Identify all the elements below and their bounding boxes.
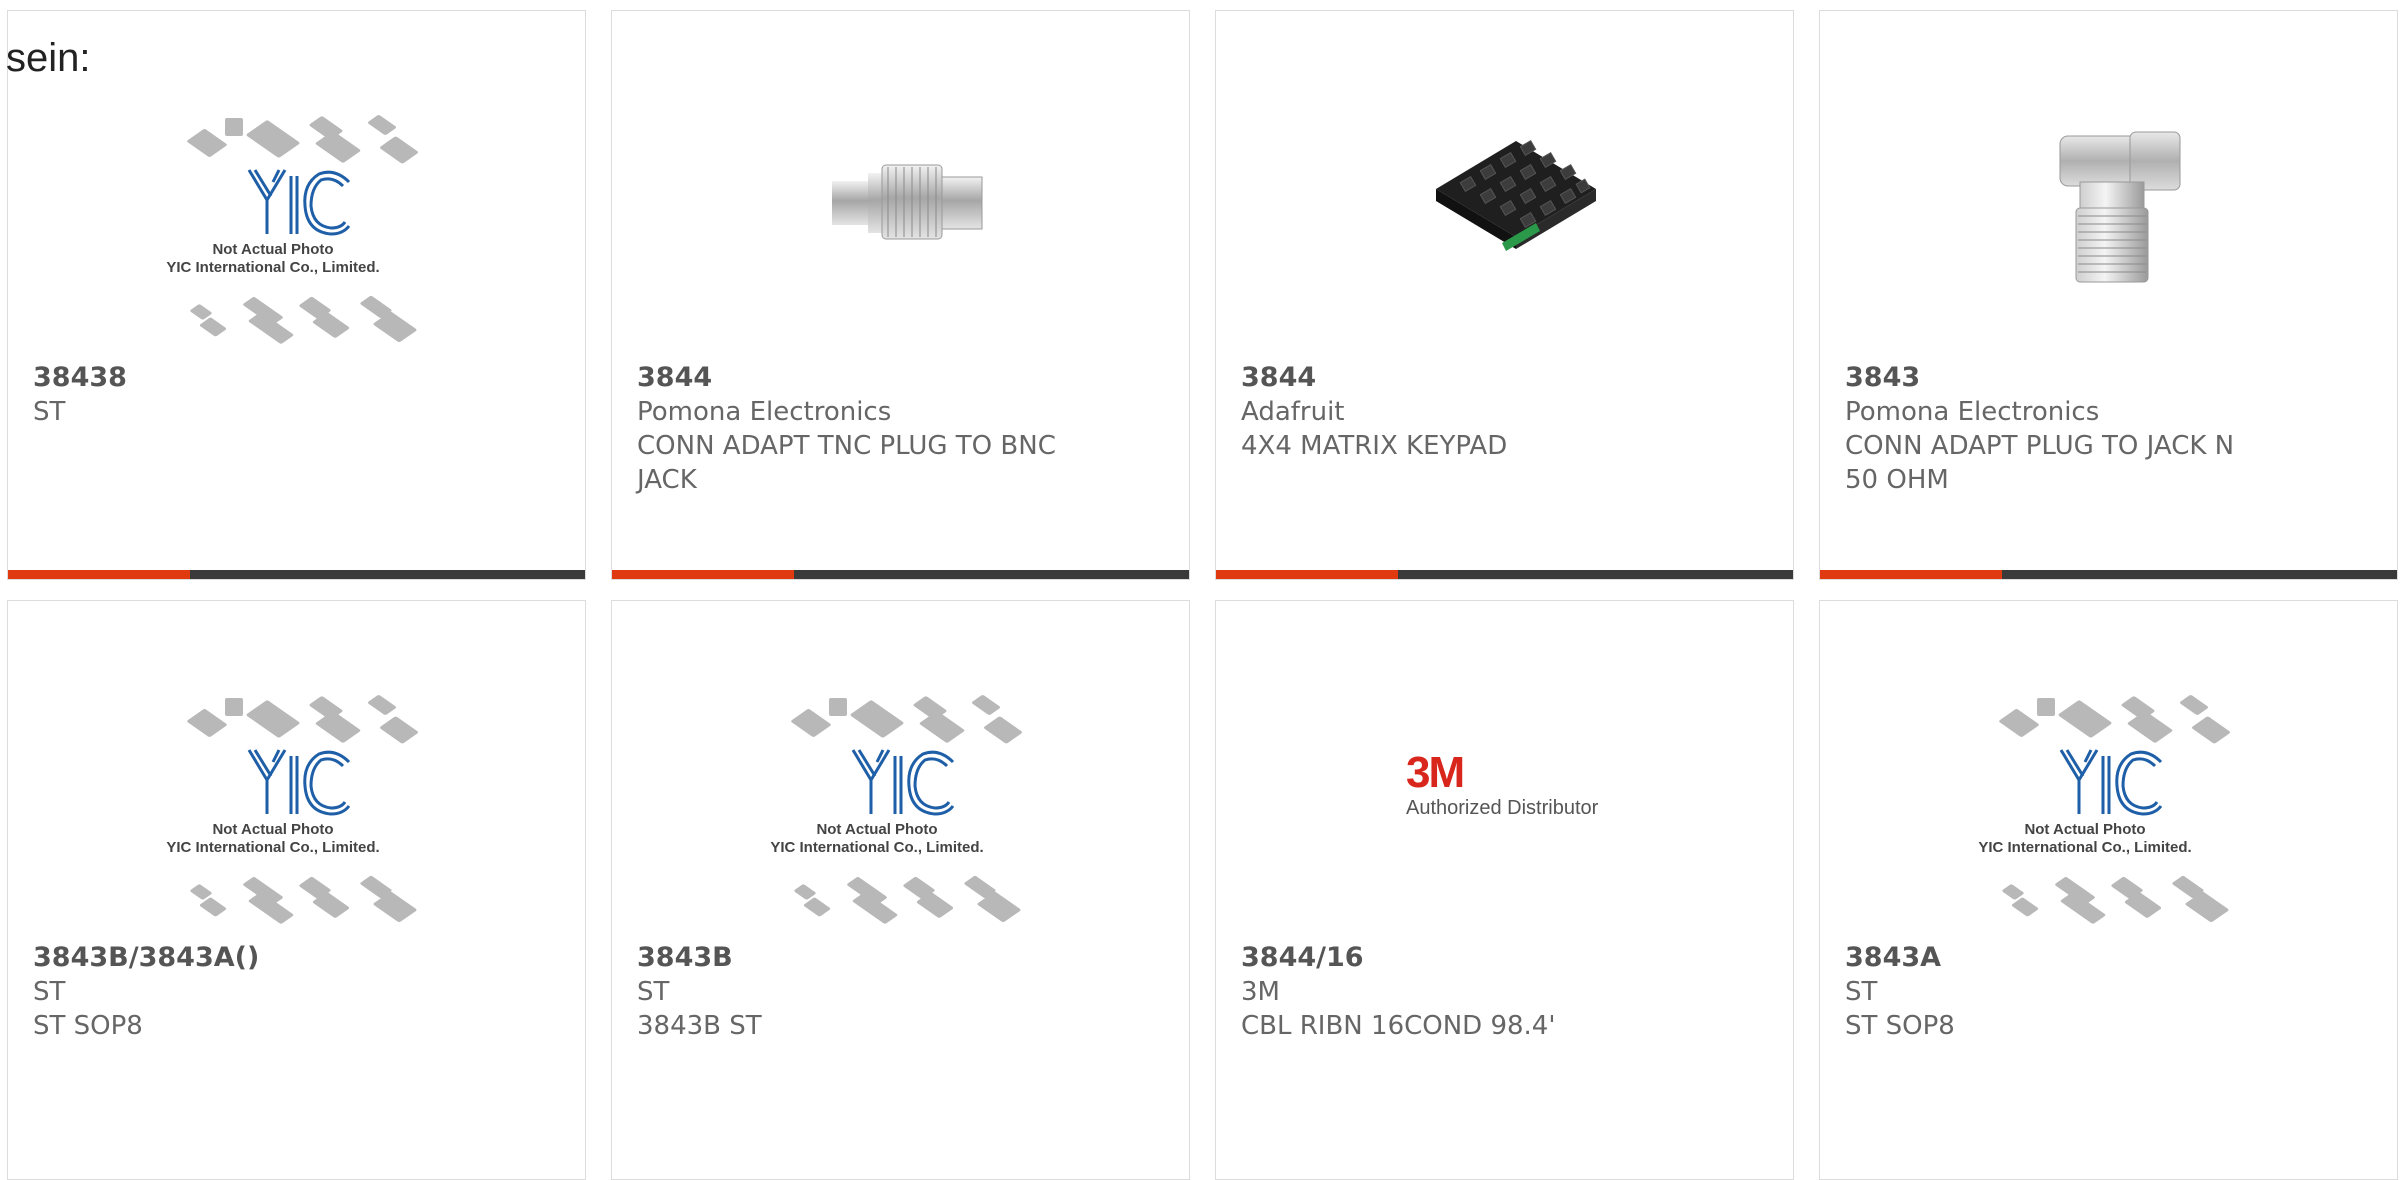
manufacturer: Pomona Electronics — [1845, 397, 2100, 427]
product-image[interactable] — [2010, 76, 2230, 326]
placeholder-caption: Not Actual Photo YIC International Co., … — [166, 821, 380, 856]
card-footer-bar — [1820, 570, 2397, 579]
yic-logo-icon — [247, 169, 351, 236]
product-image[interactable]: 3M Authorized Distributor — [1396, 661, 1616, 911]
yic-placeholder-image: Not Actual Photo YIC International Co., … — [1975, 686, 2231, 926]
part-number[interactable]: 3844 — [1241, 361, 1773, 395]
placeholder-caption: Not Actual Photo YIC International Co., … — [166, 241, 380, 276]
product-image[interactable] — [802, 76, 1022, 326]
placeholder-caption: Not Actual Photo YIC International Co., … — [1978, 821, 2192, 856]
product-info: 3843B/3843A() ST ST SOP8 — [33, 941, 565, 1043]
product-image[interactable]: Not Actual Photo YIC International Co., … — [767, 681, 1023, 931]
yic-placeholder-image: Not Actual Photo YIC International Co., … — [163, 686, 419, 926]
manufacturer: 3M — [1241, 977, 1280, 1007]
yic-logo-icon — [247, 749, 351, 816]
part-number[interactable]: 3843 — [1845, 361, 2377, 395]
yic-logo-icon — [851, 749, 955, 816]
part-number[interactable]: 3843B/3843A() — [33, 941, 565, 975]
product-card[interactable]: Not Actual Photo YIC International Co., … — [7, 10, 586, 580]
manufacturer: Pomona Electronics — [637, 397, 892, 427]
3m-logo: 3M — [1406, 748, 1465, 797]
product-card[interactable]: 3843 Pomona Electronics CONN ADAPT PLUG … — [1819, 10, 2398, 580]
product-info: 3843 Pomona Electronics CONN ADAPT PLUG … — [1845, 361, 2377, 497]
keypad-icon — [1436, 139, 1596, 251]
manufacturer: ST — [637, 977, 670, 1007]
right-angle-adapter-icon — [2059, 131, 2181, 283]
product-card[interactable]: 3844 Adafruit 4X4 MATRIX KEYPAD — [1215, 10, 1794, 580]
card-footer-bar — [8, 570, 585, 579]
product-image[interactable]: Not Actual Photo YIC International Co., … — [1975, 681, 2231, 931]
product-info: 3843B ST 3843B ST — [637, 941, 1169, 1043]
product-card[interactable]: Not Actual Photo YIC International Co., … — [611, 600, 1190, 1180]
description: CBL RIBN 16COND 98.4' — [1241, 1011, 1556, 1041]
yic-placeholder-image: Not Actual Photo YIC International Co., … — [163, 106, 419, 346]
product-info: 38438 ST — [33, 361, 565, 429]
authorized-distributor-text: Authorized Distributor — [1406, 797, 1599, 819]
card-footer-bar — [612, 570, 1189, 579]
page-label: sein: — [6, 36, 91, 80]
part-number[interactable]: 3843B — [637, 941, 1169, 975]
product-image[interactable]: Not Actual Photo YIC International Co., … — [163, 681, 419, 931]
manufacturer: ST — [1845, 977, 1878, 1007]
manufacturer: ST — [33, 977, 66, 1007]
product-card[interactable]: Not Actual Photo YIC International Co., … — [7, 600, 586, 1180]
product-card[interactable]: Not Actual Photo YIC International Co., … — [1819, 600, 2398, 1180]
yic-logo-icon — [2059, 749, 2163, 816]
part-number[interactable]: 3844 — [637, 361, 1169, 395]
tnc-bnc-adapter-icon — [832, 164, 983, 240]
manufacturer: ST — [33, 397, 66, 427]
description: ST SOP8 — [1845, 1011, 1955, 1041]
description: 3843B ST — [637, 1011, 762, 1041]
placeholder-caption: Not Actual Photo YIC International Co., … — [770, 821, 984, 856]
product-info: 3844 Pomona Electronics CONN ADAPT TNC P… — [637, 361, 1169, 497]
part-number[interactable]: 3844/16 — [1241, 941, 1773, 975]
product-info: 3843A ST ST SOP8 — [1845, 941, 2377, 1043]
yic-placeholder-image: Not Actual Photo YIC International Co., … — [767, 686, 1023, 926]
description: CONN ADAPT PLUG TO JACK N 50 OHM — [1845, 431, 2235, 495]
description: ST SOP8 — [33, 1011, 143, 1041]
manufacturer: Adafruit — [1241, 397, 1345, 427]
product-image[interactable]: Not Actual Photo YIC International Co., … — [163, 101, 419, 351]
part-number[interactable]: 3843A — [1845, 941, 2377, 975]
product-card[interactable]: 3M Authorized Distributor 3844/16 3M CBL… — [1215, 600, 1794, 1180]
product-info: 3844/16 3M CBL RIBN 16COND 98.4' — [1241, 941, 1773, 1043]
description: 4X4 MATRIX KEYPAD — [1241, 431, 1508, 461]
product-card[interactable]: 3844 Pomona Electronics CONN ADAPT TNC P… — [611, 10, 1190, 580]
3m-authorized-distributor-image: 3M Authorized Distributor — [1406, 751, 1606, 821]
product-image[interactable] — [1406, 76, 1626, 326]
part-number[interactable]: 38438 — [33, 361, 565, 395]
description: CONN ADAPT TNC PLUG TO BNC JACK — [637, 431, 1056, 495]
product-info: 3844 Adafruit 4X4 MATRIX KEYPAD — [1241, 361, 1773, 463]
card-footer-bar — [1216, 570, 1793, 579]
